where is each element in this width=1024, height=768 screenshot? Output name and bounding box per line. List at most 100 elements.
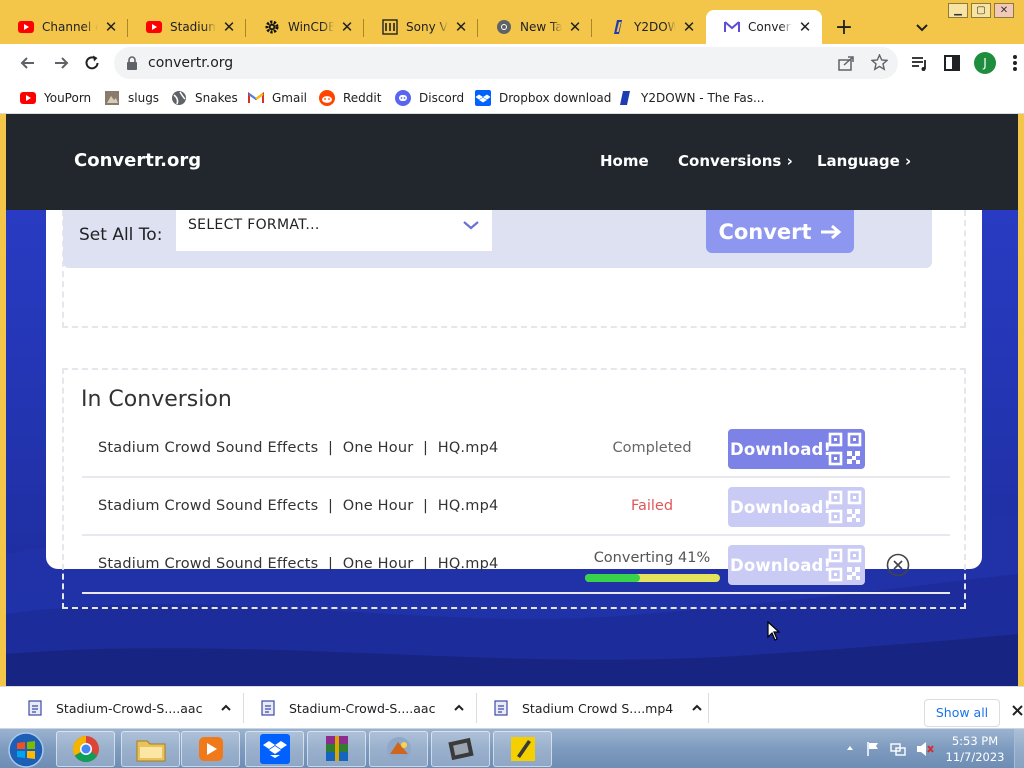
close-icon[interactable]: ✕ (796, 18, 814, 36)
tab-convertr[interactable]: Convertr ✕ (706, 10, 822, 44)
volume-muted-icon[interactable] (916, 741, 934, 757)
close-icon[interactable] (1012, 705, 1023, 716)
taskbar-chrome[interactable] (56, 731, 115, 767)
bookmark-slugs[interactable]: slugs (104, 89, 159, 107)
reload-button[interactable] (82, 53, 102, 73)
taskbar-film-app[interactable] (431, 731, 490, 767)
status-text: Completed (612, 440, 692, 456)
bookmark-reddit[interactable]: Reddit (319, 89, 381, 107)
y2down-icon (617, 90, 633, 106)
bookmark-label: Gmail (272, 91, 308, 105)
maximize-button[interactable]: ▢ (971, 3, 991, 18)
taskbar-pencil-app[interactable] (493, 731, 552, 767)
chevron-up-icon[interactable] (846, 744, 854, 752)
windows-taskbar: 5:53 PM 11/7/2023 (0, 728, 1024, 768)
y2down-icon (610, 19, 626, 35)
flag-icon[interactable] (866, 741, 880, 757)
close-icon[interactable]: ✕ (452, 18, 470, 36)
file-name: Stadium Crowd Sound Effects | One Hour |… (98, 440, 499, 456)
tab-stadium[interactable]: Stadium C ✕ (128, 10, 246, 44)
share-icon[interactable] (838, 55, 856, 71)
nav-conversions[interactable]: Conversions › (678, 152, 793, 170)
taskbar-media-player[interactable] (181, 731, 240, 767)
menu-dots-icon[interactable] (1012, 54, 1018, 72)
tab-label: WinCDEm (288, 20, 334, 34)
taskbar-clock[interactable]: 5:53 PM 11/7/2023 (944, 733, 1006, 765)
chevron-up-icon[interactable] (691, 702, 703, 714)
chevron-up-icon[interactable] (453, 702, 465, 714)
download-item[interactable]: Stadium-Crowd-S....aac (28, 687, 232, 729)
chevron-down-icon[interactable] (912, 18, 932, 38)
chevron-down-icon (462, 219, 480, 231)
convert-button[interactable]: Convert (706, 210, 854, 253)
download-filename: Stadium Crowd S....mp4 (522, 700, 674, 716)
tab-y2down[interactable]: Y2DOWN ✕ (592, 10, 706, 44)
taskbar-winrar[interactable] (307, 731, 366, 767)
bookmark-label: Reddit (343, 91, 382, 105)
nav-language[interactable]: Language › (817, 152, 911, 170)
bookmark-y2down[interactable]: Y2DOWN - The Fas... (617, 89, 764, 107)
show-all-button[interactable]: Show all (924, 699, 1000, 727)
bookmark-gmail[interactable]: Gmail (248, 89, 307, 107)
cancel-conversion-icon[interactable] (886, 553, 910, 577)
tab-channel[interactable]: Channel c ✕ (0, 10, 128, 44)
back-button[interactable] (18, 53, 38, 73)
forward-button[interactable] (51, 53, 71, 73)
taskbar-dropbox[interactable] (245, 731, 304, 767)
minimize-button[interactable]: ▁ (948, 3, 968, 18)
profile-avatar[interactable]: J (974, 52, 996, 74)
youtube-icon (20, 90, 36, 106)
download-item[interactable]: Stadium Crowd S....mp4 (494, 687, 703, 729)
bookmark-snakes[interactable]: Snakes (171, 89, 238, 107)
lock-icon[interactable] (126, 56, 138, 70)
file-icon (28, 700, 42, 716)
conversion-row: Stadium Crowd Sound Effects | One Hour |… (82, 478, 950, 536)
chevron-right-icon: › (786, 152, 793, 170)
conversion-row: Stadium Crowd Sound Effects | One Hour |… (82, 536, 950, 594)
close-icon[interactable]: ✕ (566, 18, 584, 36)
chrome-icon (72, 735, 99, 763)
close-icon[interactable]: ✕ (338, 18, 356, 36)
dropbox-icon (475, 90, 491, 106)
app-icon (386, 737, 411, 761)
tab-wincdemu[interactable]: WinCDEm ✕ (246, 10, 364, 44)
address-bar[interactable]: convertr.org (114, 47, 898, 79)
bookmark-discord[interactable]: Discord (395, 89, 464, 107)
close-window-button[interactable]: ✕ (994, 3, 1014, 18)
media-control-icon[interactable] (910, 54, 928, 72)
format-select[interactable]: SELECT FORMAT... (176, 210, 492, 251)
image-icon (104, 90, 120, 106)
show-desktop-button[interactable] (1014, 729, 1024, 768)
set-all-bar: Set All To: SELECT FORMAT... Convert (63, 210, 932, 268)
nav-home[interactable]: Home (600, 152, 649, 170)
qr-code-icon (828, 548, 862, 582)
close-icon[interactable]: ✕ (102, 18, 120, 36)
download-button[interactable]: Download! (728, 429, 865, 469)
chevron-up-icon[interactable] (220, 702, 232, 714)
mouse-cursor (767, 621, 781, 641)
format-select-value: SELECT FORMAT... (188, 217, 320, 233)
taskbar-app[interactable] (369, 731, 428, 767)
network-icon[interactable] (890, 741, 906, 757)
taskbar-explorer[interactable] (121, 731, 180, 767)
tab-new-tab[interactable]: New Tab ✕ (478, 10, 592, 44)
star-icon[interactable] (871, 54, 888, 71)
set-all-label: Set All To: (79, 225, 163, 245)
windows-start-icon[interactable] (6, 731, 46, 768)
bookmark-youporn[interactable]: YouPorn (20, 89, 91, 107)
download-item[interactable]: Stadium-Crowd-S....aac (261, 687, 465, 729)
site-logo[interactable]: Convertr.org (74, 150, 201, 171)
side-panel-icon[interactable] (944, 55, 960, 71)
download-button[interactable]: Download! (728, 545, 865, 585)
download-label: Download! (730, 497, 832, 517)
file-icon (494, 700, 508, 716)
download-button[interactable]: Download! (728, 487, 865, 527)
close-icon[interactable]: ✕ (220, 18, 238, 36)
new-tab-button[interactable]: + (832, 17, 856, 41)
tab-sony-vegas[interactable]: Sony Veg ✕ (364, 10, 478, 44)
globe-icon (171, 90, 187, 106)
bookmark-dropbox[interactable]: Dropbox download (475, 89, 611, 107)
page-viewport[interactable]: Convertr.org Home Conversions › Language… (6, 114, 1018, 686)
url-text[interactable]: convertr.org (148, 55, 233, 71)
close-icon[interactable]: ✕ (680, 18, 698, 36)
